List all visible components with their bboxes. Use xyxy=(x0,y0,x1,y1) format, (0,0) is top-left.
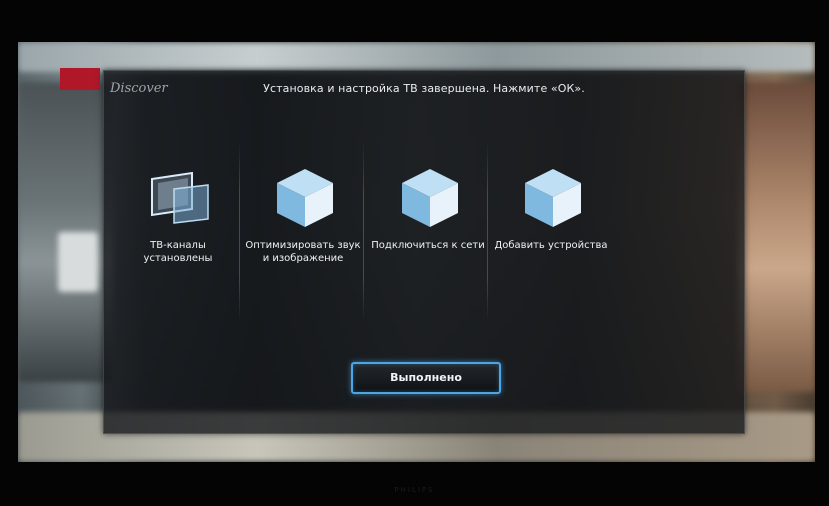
option-label: Добавить устройства xyxy=(494,240,608,251)
option-optimize-picture-sound[interactable]: Оптимизировать звук и изображение xyxy=(241,141,365,311)
background-window xyxy=(58,232,98,292)
option-label: ТВ-каналы установлены xyxy=(143,240,213,264)
cube-icon xyxy=(402,169,458,227)
background-sky xyxy=(18,42,815,72)
channel-logo-tag xyxy=(60,68,100,90)
cube-icon xyxy=(277,169,333,227)
option-label: Подключиться к сети xyxy=(371,240,485,251)
setup-options: ТВ-каналы установлены Оптимизировать зву… xyxy=(104,141,744,321)
option-label: Оптимизировать звук и изображение xyxy=(245,240,361,264)
tv-brand-logo: PHILIPS xyxy=(394,486,435,494)
done-button[interactable]: Выполнено xyxy=(351,362,501,394)
cube-icon xyxy=(525,169,581,227)
option-connect-network[interactable]: Подключиться к сети xyxy=(366,141,490,311)
background-building-right xyxy=(738,82,815,392)
tv-display: Discover Установка и настройка ТВ заверш… xyxy=(0,0,829,506)
tv-screens-icon xyxy=(151,171,209,224)
option-channels-installed[interactable]: ТВ-каналы установлены xyxy=(116,141,240,311)
option-add-devices[interactable]: Добавить устройства xyxy=(489,141,613,311)
dialog-title: Установка и настройка ТВ завершена. Нажм… xyxy=(263,82,585,95)
setup-complete-dialog: Discover Установка и настройка ТВ заверш… xyxy=(103,70,745,434)
